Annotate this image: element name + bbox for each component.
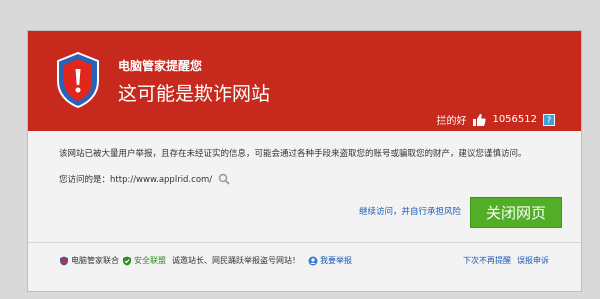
thumbs-up-icon[interactable] [472, 113, 487, 127]
visited-url: http://www.applrid.com/ [110, 175, 213, 185]
dialog-header: 电脑管家提醒您 这可能是欺诈网站 拦的好 1056512 ? [28, 31, 581, 131]
guard-logo-icon [60, 256, 68, 265]
dialog-body: 该网站已被大量用户举报，且存在未经证实的信息，可能会通过各种手段来盗取您的账号或… [28, 131, 581, 291]
page-title: 这可能是欺诈网站 [118, 83, 271, 105]
warning-dialog: 电脑管家提醒您 这可能是欺诈网站 拦的好 1056512 ? 该网站已被大量用户… [27, 30, 582, 292]
visited-url-line: 您访问的是：http://www.applrid.com/ [59, 173, 230, 185]
alliance-logo-icon [123, 256, 131, 265]
url-label: 您访问的是： [59, 175, 111, 185]
divider [28, 242, 581, 243]
likes-count: 1056512 [492, 114, 537, 125]
feedback-link[interactable]: 误报申诉 [517, 255, 549, 266]
continue-link[interactable]: 继续访问，并自行承担风险 [359, 205, 461, 217]
footer-thanks: 诚邀站长、网民踊跃举报盗号网站！ [172, 256, 300, 265]
footer-org2[interactable]: 安全联盟 [134, 255, 166, 266]
likes-counter: 拦的好 1056512 ? [436, 112, 555, 127]
search-icon[interactable] [218, 173, 230, 185]
shield-warning-icon [57, 51, 99, 109]
likes-label: 拦的好 [436, 116, 467, 127]
no-remind-link[interactable]: 下次不再提醒 [463, 255, 511, 266]
footer: 电脑管家联合 安全联盟 诚邀站长、网民踊跃举报盗号网站！ 我要举报 [59, 255, 352, 266]
footer-right-links: 下次不再提醒 误报申诉 [463, 255, 549, 266]
warning-text: 该网站已被大量用户举报，且存在未经证实的信息，可能会通过各种手段来盗取您的账号或… [59, 149, 527, 159]
close-page-button[interactable]: 关闭网页 [470, 197, 562, 228]
brand-title: 电脑管家提醒您 [118, 59, 203, 73]
report-link[interactable]: 我要举报 [320, 255, 352, 266]
question-icon[interactable]: ? [543, 113, 555, 126]
report-icon [308, 256, 318, 265]
footer-org1: 电脑管家联合 [71, 256, 119, 265]
